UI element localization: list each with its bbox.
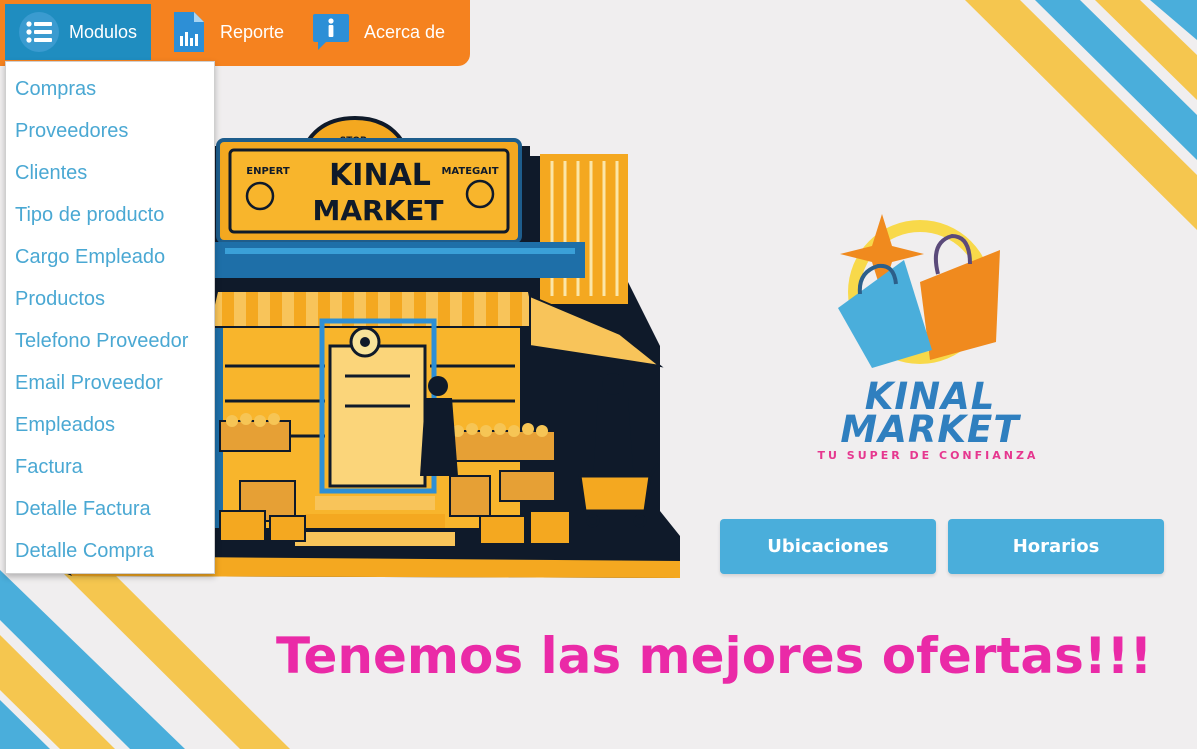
dropdown-item-detalle-compra[interactable]: Detalle Compra <box>6 530 214 572</box>
dropdown-item-compras[interactable]: Compras <box>6 68 214 110</box>
slogan-text: Tenemos las mejores ofertas!!! <box>276 627 1153 685</box>
top-menu-bar: Modulos Reporte Acerca de <box>0 0 470 66</box>
dropdown-item-empleados[interactable]: Empleados <box>6 404 214 446</box>
modulos-dropdown: Compras Proveedores Clientes Tipo de pro… <box>5 61 215 574</box>
menu-modulos-label: Modulos <box>69 21 138 42</box>
store-sign-line1: KINAL <box>329 158 431 193</box>
dropdown-item-cargo-empleado[interactable]: Cargo Empleado <box>6 236 214 278</box>
list-icon <box>19 12 59 52</box>
menu-acerca-label: Acerca de <box>364 21 446 42</box>
logo-title: KINAL MARKET <box>820 378 1040 451</box>
dropdown-item-email-proveedor[interactable]: Email Proveedor <box>6 362 214 404</box>
menu-reporte[interactable]: Reporte <box>172 4 292 60</box>
store-sign-left: ENPERT <box>246 166 290 177</box>
logo-title-line2: MARKET <box>840 408 1020 451</box>
dropdown-item-telefono-proveedor[interactable]: Telefono Proveedor <box>6 320 214 362</box>
horarios-button[interactable]: Horarios <box>948 519 1164 574</box>
dropdown-item-productos[interactable]: Productos <box>6 278 214 320</box>
store-sign-right: MATEGAIT <box>441 166 498 177</box>
logo-tagline: TU SUPER DE CONFIANZA <box>817 449 1039 462</box>
dropdown-item-detalle-factura[interactable]: Detalle Factura <box>6 488 214 530</box>
menu-modulos[interactable]: Modulos <box>5 4 151 60</box>
dropdown-item-factura[interactable]: Factura <box>6 446 214 488</box>
menu-reporte-label: Reporte <box>220 21 285 42</box>
info-icon <box>312 12 350 52</box>
dropdown-item-tipo-producto[interactable]: Tipo de producto <box>6 194 214 236</box>
ubicaciones-button[interactable]: Ubicaciones <box>720 519 936 574</box>
store-sign-line2: MARKET <box>312 194 443 227</box>
menu-acerca-de[interactable]: Acerca de <box>312 4 452 60</box>
dropdown-item-proveedores[interactable]: Proveedores <box>6 110 214 152</box>
report-document-icon <box>172 12 204 52</box>
dropdown-item-clientes[interactable]: Clientes <box>6 152 214 194</box>
